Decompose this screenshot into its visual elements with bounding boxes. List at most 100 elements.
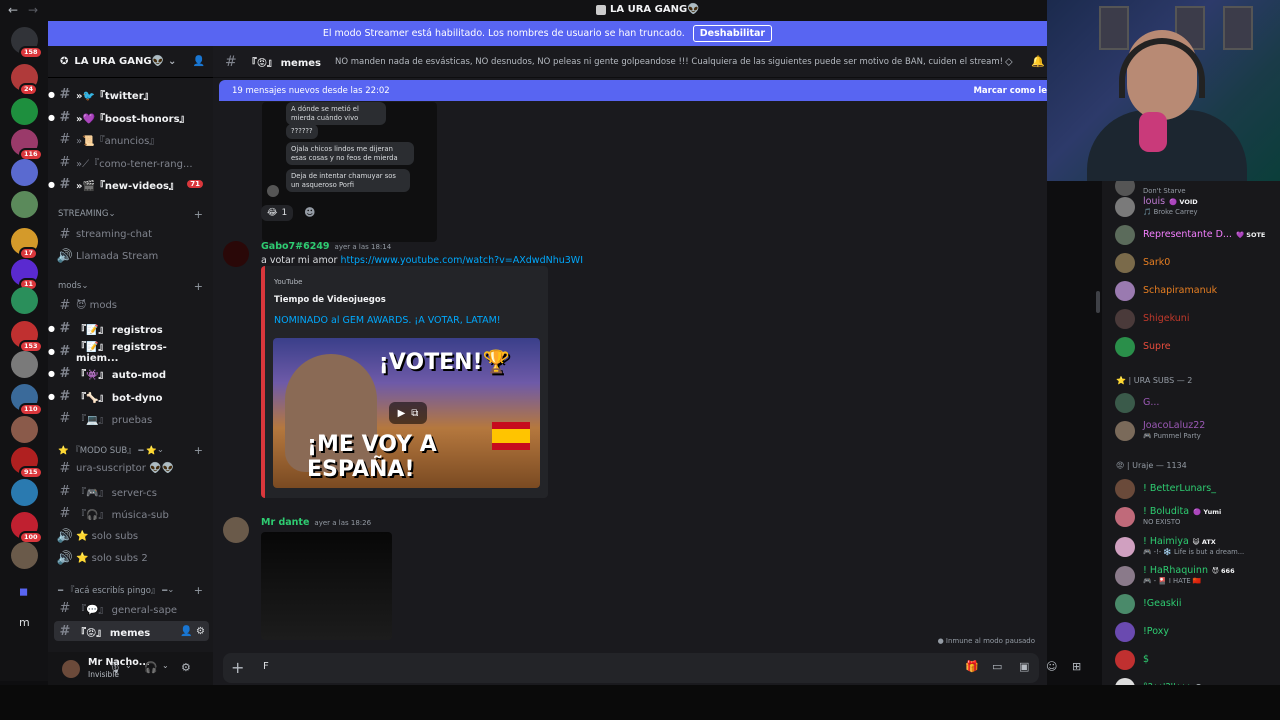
headset-icon[interactable]: 🎧	[144, 661, 158, 674]
chevron-down-icon[interactable]: ⌄	[162, 661, 169, 670]
channel-item[interactable]: ● # »🐦『twitter』	[48, 84, 209, 104]
channel-settings-icon[interactable]: 👤 ⚙	[180, 626, 205, 637]
plus-icon[interactable]: +	[194, 208, 203, 221]
reaction-pill[interactable]: 😂 1	[261, 205, 294, 221]
add-member-icon[interactable]: 👤	[193, 56, 205, 67]
channel-item[interactable]: # ura-suscriptor 👽👽	[54, 458, 209, 478]
channel-item[interactable]: ● # 『👾』 auto-mod	[48, 363, 209, 383]
mark-as-read-button[interactable]: Marcar como le	[973, 86, 1047, 96]
avatar[interactable]	[62, 660, 80, 678]
apps-icon[interactable]: ⊞	[1072, 660, 1081, 673]
list-item[interactable]: JoacoLaluz22 🎮 Pummel Party	[1113, 420, 1280, 442]
gift-icon[interactable]: 🎁	[965, 660, 979, 673]
list-item[interactable]: louis 🟣 VOID 🎵 Broke Carrey	[1113, 196, 1280, 218]
mic-icon[interactable]: 🎙	[108, 661, 122, 674]
list-item[interactable]: Supre	[1113, 336, 1280, 358]
attachment-image[interactable]	[261, 532, 392, 640]
server-icon[interactable]	[11, 416, 38, 443]
avatar[interactable]	[223, 517, 249, 543]
channel-item[interactable]: # streaming-chat	[54, 224, 209, 244]
gear-icon[interactable]: ⚙	[181, 661, 191, 674]
channel-item[interactable]: 🔊 ⭐ solo subs 2	[54, 548, 209, 568]
member-name: Shigekuni	[1143, 313, 1189, 324]
embed-author[interactable]: Tiempo de Videojuegos	[274, 295, 386, 305]
list-item[interactable]: Representante D... 💜 SOTE	[1113, 224, 1280, 246]
channel-item[interactable]: # 『🎧』 música-sub	[54, 503, 209, 523]
avatar[interactable]	[223, 241, 249, 267]
server-folder-icon[interactable]: ◼	[19, 585, 28, 598]
disable-streamer-button[interactable]: Deshabilitar	[692, 25, 773, 42]
list-item[interactable]: Shigekuni	[1113, 308, 1280, 330]
channel-item[interactable]: # 『💬』 general-sape	[54, 598, 209, 618]
category-aca-escribis-pingo[interactable]: ━ 『acá escribís pingo』 ━ ⌄ +	[58, 584, 208, 597]
list-item[interactable]: Schapiramanuk	[1113, 280, 1280, 302]
screenshot-image[interactable]: A dónde se metió el mierda cuándo vivo ?…	[262, 102, 437, 242]
channel-item[interactable]: ● # »🎬『new-videos』 71	[48, 174, 209, 194]
list-item[interactable]: Don't Starve	[1113, 181, 1280, 197]
sticker-icon[interactable]: ▣	[1019, 660, 1029, 673]
server-icon[interactable]	[11, 542, 38, 569]
channel-item[interactable]: ● # 『📝』 registros	[48, 318, 209, 338]
channel-item[interactable]: ● # »💜『boost-honors』	[48, 107, 209, 127]
chevron-down-icon[interactable]: ⌄	[125, 661, 132, 670]
server-icon[interactable]	[11, 479, 38, 506]
list-item[interactable]: ! Boludita 🟣 Yumi NO EXISTO	[1113, 506, 1280, 528]
message-input-value[interactable]: F	[263, 661, 269, 672]
author-name[interactable]: Gabo7#6249	[261, 241, 330, 252]
channel-item[interactable]: # »⟋『como-tener-rang...	[54, 152, 209, 172]
avatar	[1115, 507, 1135, 527]
channel-item[interactable]: ● # 『📝』 registros-miem...	[48, 341, 209, 364]
server-list: 158 24 116 17 11 153 110 915 100 ◼ m	[0, 21, 48, 681]
emoji-icon[interactable]: ☺	[1046, 660, 1057, 673]
video-thumbnail[interactable]: ¡VOTEN!🏆 ▶ ⧉ ¡ME VOY A ESPAÑA!	[273, 338, 540, 488]
message-author[interactable]: Gabo7#6249 ayer a las 18:14	[261, 241, 391, 252]
server-icon[interactable]	[11, 191, 38, 218]
channel-item[interactable]: 🔊 Llamada Stream	[54, 246, 209, 266]
message-author[interactable]: Mr dante ayer a las 18:26	[261, 517, 371, 528]
server-icon[interactable]	[11, 351, 38, 378]
author-name[interactable]: Mr dante	[261, 517, 309, 528]
message-input[interactable]: + F 🎁 ▭ ▣ ☺ ⊞	[223, 653, 1081, 683]
channel-item[interactable]: # 『🎮』 server-cs	[54, 481, 209, 501]
server-icon[interactable]	[11, 159, 38, 186]
plus-icon[interactable]: +	[194, 584, 203, 597]
list-item[interactable]: G...	[1113, 392, 1280, 414]
list-item[interactable]: Sark0	[1113, 252, 1280, 274]
list-item[interactable]: !Geaskii	[1113, 593, 1280, 615]
gif-icon[interactable]: ▭	[992, 660, 1002, 673]
server-icon[interactable]	[11, 98, 38, 125]
add-reaction-icon[interactable]: ☻	[304, 206, 315, 219]
channel-item[interactable]: ● # 『🦴』 bot-dyno	[48, 386, 209, 406]
forward-arrow-icon[interactable]: →	[28, 3, 38, 17]
channel-item[interactable]: 🔊 ⭐ solo subs	[54, 526, 209, 546]
plus-icon[interactable]: +	[194, 280, 203, 293]
list-item[interactable]: °?¿¿'?''¿¿¿💀 GI	[1113, 677, 1280, 685]
channel-item[interactable]: # »📜『anuncios』	[54, 129, 209, 149]
channel-item[interactable]: # 『😡』 memes 👤 ⚙	[54, 621, 209, 641]
embed-title-link[interactable]: NOMINADO al GEM AWARDS. ¡A VOTAR, LATAM!	[274, 315, 501, 326]
plus-icon[interactable]: +	[194, 444, 203, 457]
channel-item[interactable]: # 😈 mods	[54, 295, 209, 315]
pin-icon[interactable]: ⬦	[1005, 55, 1013, 69]
new-messages-bar[interactable]: 19 mensajes nuevos desde las 22:02 Marca…	[219, 80, 1047, 101]
channel-item[interactable]: # 『💻』 pruebas	[54, 408, 209, 428]
list-item[interactable]: ! HaRhaquinn 😈 666 🎮 - 🎴 I HATE 🇨🇳	[1113, 565, 1280, 587]
channel-topic[interactable]: NO manden nada de esvásticas, NO desnudo…	[335, 57, 1003, 67]
bell-icon[interactable]: 🔔	[1031, 55, 1045, 68]
message-text: a votar mi amor https://www.youtube.com/…	[261, 255, 583, 266]
category-mods[interactable]: mods ⌄ +	[58, 280, 208, 293]
server-folder-label[interactable]: m	[19, 616, 30, 629]
play-icon[interactable]: ▶ ⧉	[389, 402, 427, 424]
server-header[interactable]: ✪ LA URA GANG👽 ⌄ 👤	[48, 46, 213, 78]
server-icon[interactable]	[11, 287, 38, 314]
list-item[interactable]: $	[1113, 649, 1280, 671]
back-arrow-icon[interactable]: ←	[8, 3, 18, 17]
list-item[interactable]: ! BetterLunars_	[1113, 478, 1280, 500]
list-item[interactable]: !Poxy	[1113, 621, 1280, 643]
plus-icon[interactable]: +	[231, 658, 244, 677]
category-streaming[interactable]: STREAMING ⌄ +	[58, 208, 208, 221]
list-item[interactable]: ! Haimiya 😺 ATX 🎮 -!- ❄️ Life is but a dre…	[1113, 536, 1280, 558]
category-modo-sub[interactable]: ⭐ 『MODO SUB』 ━ ⭐ ⌄ +	[58, 444, 208, 457]
scrollbar[interactable]	[1096, 291, 1100, 313]
message-link[interactable]: https://www.youtube.com/watch?v=AXdwdNhu…	[340, 255, 583, 266]
